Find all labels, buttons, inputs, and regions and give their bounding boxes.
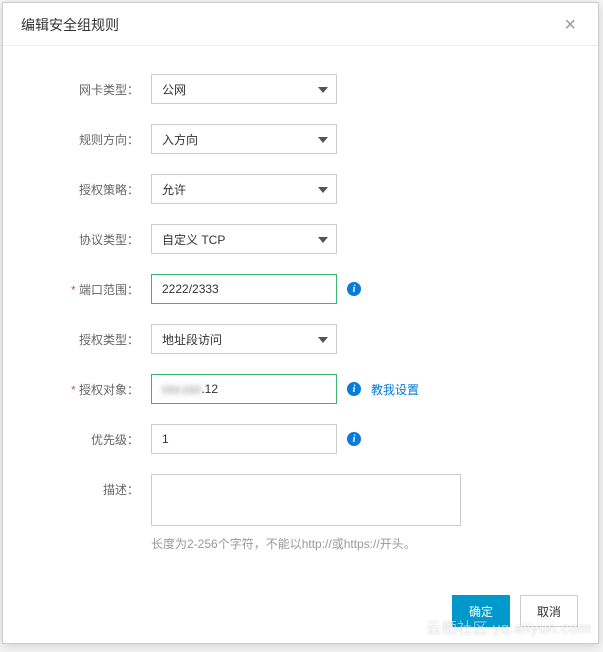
auth-object-masked: xxx.xxx	[162, 382, 201, 396]
select-auth-type-value: 地址段访问	[162, 331, 222, 348]
label-direction: 规则方向：	[33, 124, 151, 148]
label-policy: 授权策略：	[33, 174, 151, 198]
help-link-teach-me[interactable]: 教我设置	[371, 381, 419, 398]
ok-button[interactable]: 确定	[452, 595, 510, 627]
row-nic-type: 网卡类型： 公网	[33, 74, 568, 104]
label-description: 描述：	[33, 474, 151, 498]
info-icon[interactable]: i	[347, 282, 361, 296]
modal-title: 编辑安全组规则	[21, 15, 119, 35]
modal-header: 编辑安全组规则 ×	[3, 3, 598, 46]
label-protocol: 协议类型：	[33, 224, 151, 248]
row-auth-object: 授权对象： xxx.xxx.12 i 教我设置	[33, 374, 568, 404]
auth-object-suffix: .12	[201, 382, 218, 396]
row-port-range: 端口范围： i	[33, 274, 568, 304]
row-auth-type: 授权类型： 地址段访问	[33, 324, 568, 354]
label-nic-type: 网卡类型：	[33, 74, 151, 98]
input-auth-object[interactable]: xxx.xxx.12	[151, 374, 337, 404]
row-direction: 规则方向： 入方向	[33, 124, 568, 154]
select-protocol[interactable]: 自定义 TCP	[151, 224, 337, 254]
select-policy-value: 允许	[162, 181, 186, 198]
modal-body: 网卡类型： 公网 规则方向： 入方向 授权策略： 允许	[3, 46, 598, 583]
description-hint: 长度为2-256个字符，不能以http://或https://开头。	[151, 535, 461, 552]
label-port-range: 端口范围：	[33, 274, 151, 298]
row-priority: 优先级： i	[33, 424, 568, 454]
label-priority: 优先级：	[33, 424, 151, 448]
row-policy: 授权策略： 允许	[33, 174, 568, 204]
select-policy[interactable]: 允许	[151, 174, 337, 204]
select-protocol-value: 自定义 TCP	[162, 231, 225, 248]
label-auth-type: 授权类型：	[33, 324, 151, 348]
textarea-description[interactable]	[151, 474, 461, 526]
info-icon[interactable]: i	[347, 432, 361, 446]
select-nic-type[interactable]: 公网	[151, 74, 337, 104]
select-direction-value: 入方向	[162, 131, 198, 148]
modal-footer: 确定 取消	[3, 583, 598, 643]
info-icon[interactable]: i	[347, 382, 361, 396]
select-nic-type-value: 公网	[162, 81, 186, 98]
input-priority[interactable]	[151, 424, 337, 454]
select-direction[interactable]: 入方向	[151, 124, 337, 154]
row-protocol: 协议类型： 自定义 TCP	[33, 224, 568, 254]
close-icon[interactable]: ×	[560, 15, 580, 35]
cancel-button[interactable]: 取消	[520, 595, 578, 627]
input-port-range[interactable]	[151, 274, 337, 304]
label-auth-object: 授权对象：	[33, 374, 151, 398]
select-auth-type[interactable]: 地址段访问	[151, 324, 337, 354]
row-description: 描述： 长度为2-256个字符，不能以http://或https://开头。	[33, 474, 568, 552]
edit-security-rule-modal: 编辑安全组规则 × 网卡类型： 公网 规则方向： 入方向 授权策略：	[2, 2, 599, 644]
